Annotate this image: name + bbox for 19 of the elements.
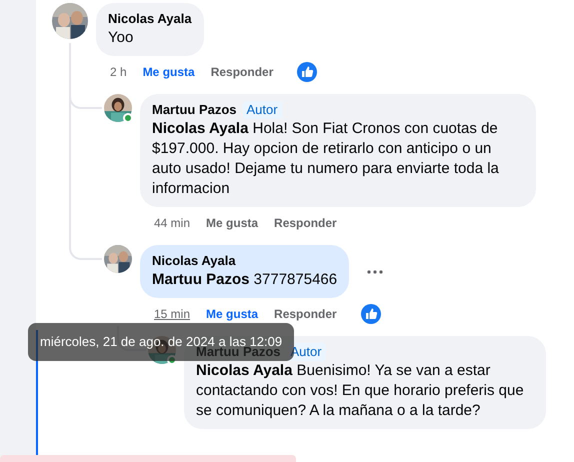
timestamp-link[interactable]: 15 min (154, 305, 190, 323)
timestamp-link[interactable]: 2 h (110, 63, 127, 81)
author-name[interactable]: Martuu Pazos (152, 101, 237, 119)
comment-text: Yoo (108, 28, 134, 48)
author-badge: Autor (242, 101, 282, 119)
like-link[interactable]: Me gusta (206, 214, 258, 232)
like-link[interactable]: Me gusta (206, 305, 258, 323)
author-name[interactable]: Nicolas Ayala (108, 10, 192, 28)
more-icon[interactable] (367, 270, 384, 274)
reply-link[interactable]: Responder (274, 214, 337, 232)
like-link[interactable]: Me gusta (142, 63, 195, 81)
thread-connector (69, 235, 102, 260)
comment-text: Nicolas Ayala Buenisimo! Ya se van a estar contactando con vos! En que horario preferis que se comuniquen? A la mañana o a la tarde? (196, 361, 525, 421)
reply-link[interactable]: Responder (210, 63, 274, 81)
author-name[interactable]: Nicolas Ayala (152, 252, 236, 270)
comment-text: Martuu Pazos 3777875466 (152, 270, 338, 290)
reply-link[interactable]: Responder (274, 305, 337, 323)
comment-text: Nicolas Ayala Hola! Son Fiat Cronos con cuotas de $197.000. Hay opcion de retirarlo con anticipo o un auto usado! Dejame tu numero para enviarte toda la informacion (152, 119, 500, 199)
timestamp-link[interactable]: 44 min (154, 214, 190, 232)
